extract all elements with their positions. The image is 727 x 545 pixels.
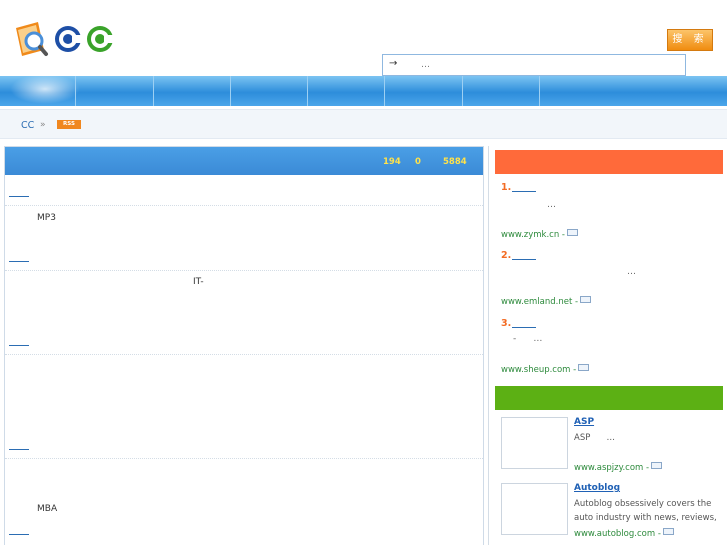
rank-number: 3.	[501, 318, 512, 329]
rank-item-desc: …	[547, 200, 556, 210]
breadcrumb: CC » RSS	[0, 109, 727, 139]
row-divider	[5, 354, 483, 355]
site-title-link[interactable]: ASP	[574, 417, 594, 427]
search-button[interactable]: 搜 索	[667, 29, 713, 51]
nav-item-1[interactable]	[0, 76, 76, 106]
list-item-desc: MBA	[37, 504, 58, 514]
main-panel: 194 0 5884 MP3 IT- MBA	[4, 146, 484, 545]
list-item-link[interactable]	[9, 449, 29, 450]
site-title-link[interactable]: Autoblog	[574, 483, 620, 493]
breadcrumb-home-link[interactable]: CC	[21, 120, 34, 131]
breadcrumb-separator: »	[40, 120, 46, 130]
list-item-link[interactable]	[9, 196, 29, 197]
nav-item-5[interactable]	[308, 76, 385, 106]
search-placeholder: …	[421, 60, 430, 70]
site-desc: Autoblog obsessively covers the auto ind…	[574, 499, 717, 523]
rank-item-link[interactable]	[512, 191, 536, 192]
rank-item-url[interactable]: www.zymk.cn -	[501, 229, 579, 240]
stat-count-2: 0	[415, 157, 421, 167]
snapshot-icon[interactable]	[578, 364, 590, 371]
nav-item-2[interactable]	[76, 76, 154, 106]
letter-c-icon	[87, 26, 114, 52]
rank-number: 2.	[501, 250, 512, 261]
snapshot-icon[interactable]	[580, 296, 592, 303]
rank-item-desc: …	[627, 267, 636, 277]
list-item-link[interactable]	[9, 261, 29, 262]
snapshot-icon[interactable]	[567, 229, 579, 236]
list-item-desc: MP3	[37, 213, 56, 223]
site-logo	[16, 22, 114, 56]
list-item-link[interactable]	[9, 534, 29, 535]
site-url[interactable]: www.aspjzy.com -	[574, 462, 663, 473]
rank-number: 1.	[501, 182, 512, 193]
main-panel-header: 194 0 5884	[5, 147, 483, 175]
snapshot-icon[interactable]	[662, 528, 674, 535]
row-divider	[5, 205, 483, 206]
ranking-header	[495, 150, 723, 174]
site-desc: ASP …	[574, 433, 616, 443]
rss-badge[interactable]: RSS	[57, 120, 81, 129]
site-thumbnail[interactable]	[501, 417, 568, 469]
nav-item-3[interactable]	[154, 76, 231, 106]
rank-item-url[interactable]: www.emland.net -	[501, 296, 592, 307]
nav-item-7[interactable]	[463, 76, 540, 106]
search-input[interactable]: → …	[382, 54, 686, 76]
rank-item-link[interactable]	[512, 327, 536, 328]
row-divider	[5, 458, 483, 459]
rank-item-desc: - …	[513, 334, 543, 344]
letter-c-icon	[55, 26, 82, 52]
row-divider	[5, 270, 483, 271]
recommend-header	[495, 386, 723, 410]
arrow-right-icon: →	[389, 58, 398, 69]
list-item-desc: IT-	[193, 277, 204, 287]
snapshot-icon[interactable]	[651, 462, 663, 469]
site-thumbnail[interactable]	[501, 483, 568, 535]
stat-count-3: 5884	[443, 157, 467, 167]
site-url[interactable]: www.autoblog.com -	[574, 528, 674, 539]
nav-item-6[interactable]	[385, 76, 463, 106]
book-magnifier-icon	[16, 22, 48, 56]
stat-count-1: 194	[383, 157, 401, 167]
rank-item-link[interactable]	[512, 259, 536, 260]
list-item-link[interactable]	[9, 345, 29, 346]
nav-item-4[interactable]	[231, 76, 308, 106]
rank-item-url[interactable]: www.sheup.com -	[501, 364, 590, 375]
sidebar: 1. … www.zymk.cn - 2. … www.emland.net -…	[488, 146, 727, 545]
nav-bar	[0, 74, 727, 106]
